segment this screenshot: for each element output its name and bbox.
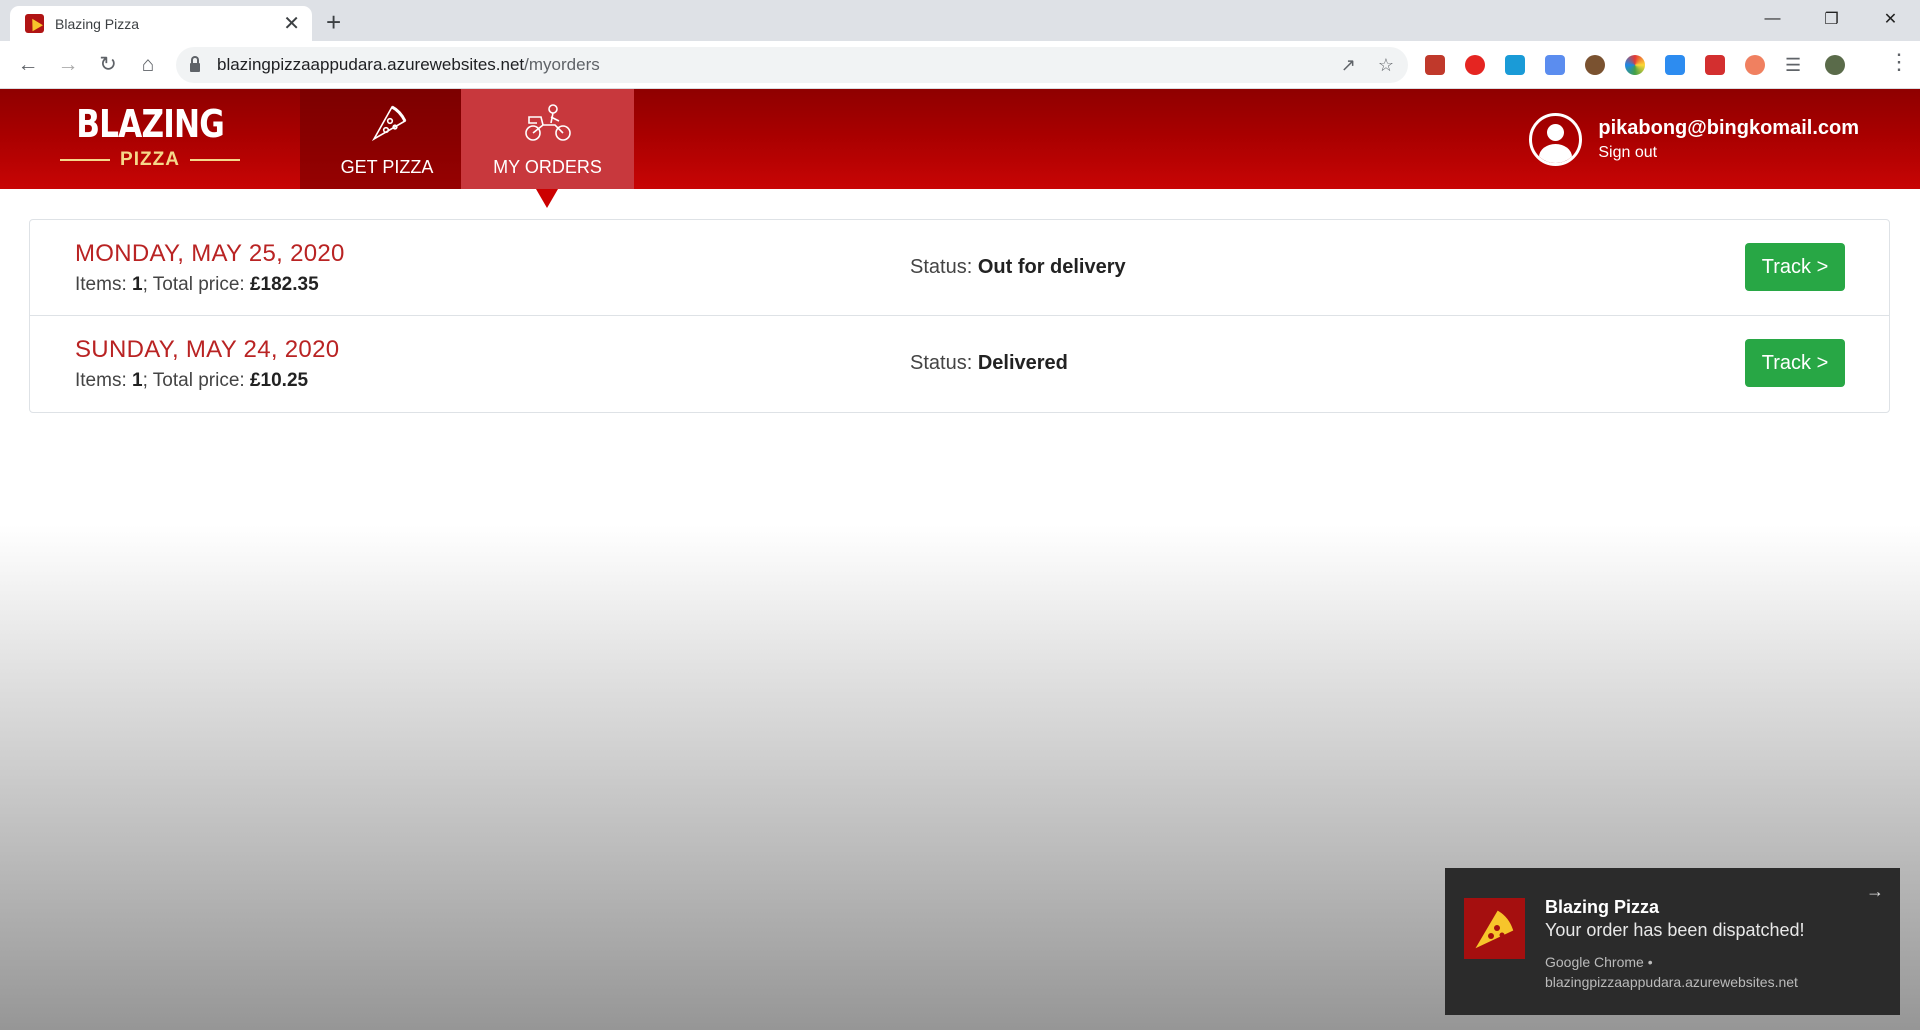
user-avatar-icon: [1529, 113, 1583, 166]
address-bar[interactable]: blazingpizzaappudara.azurewebsites.net/m…: [176, 47, 1408, 83]
order-date: SUNDAY, MAY 24, 2020: [75, 336, 340, 363]
more-menu-icon[interactable]: ⋮: [1888, 51, 1910, 73]
new-tab-button[interactable]: +: [326, 9, 341, 35]
lock-icon[interactable]: [190, 56, 200, 72]
close-window-icon[interactable]: ✕: [1861, 0, 1920, 38]
media-control-icon[interactable]: ☰: [1785, 55, 1805, 75]
close-tab-icon[interactable]: ✕: [283, 14, 300, 34]
order-status: Status: Out for delivery: [910, 256, 1126, 278]
logo-main-text: BLAZING: [76, 102, 225, 146]
book-extension-icon[interactable]: [1425, 55, 1445, 75]
user-email: pikabong@bingkomail.com: [1598, 117, 1859, 139]
order-status-value: Delivered: [977, 352, 1068, 374]
order-total-price: £182.35: [249, 274, 319, 295]
orders-list: MONDAY, MAY 25, 2020 Items: 1; Total pri…: [29, 219, 1890, 413]
expand-arrow-icon[interactable]: →: [1866, 881, 1884, 902]
notification-extension-icon[interactable]: [1705, 55, 1725, 75]
opera-extension-icon[interactable]: [1465, 55, 1485, 75]
notification-title: Blazing Pizza: [1545, 897, 1660, 917]
bookmark-star-icon[interactable]: ☆: [1378, 55, 1394, 76]
cookie-extension-icon[interactable]: [1585, 55, 1605, 75]
url-host: blazingpizzaappudara.azurewebsites.net: [217, 55, 525, 74]
delivery-scooter-icon: [461, 103, 634, 143]
browser-toolbar: ← → ↻ ⌂ blazingpizzaappudara.azurewebsit…: [0, 41, 1920, 89]
order-total-price: £10.25: [249, 370, 309, 391]
blazing-pizza-logo[interactable]: BLAZING PIZZA: [60, 101, 240, 171]
order-item-count: 1: [132, 370, 143, 391]
restore-icon[interactable]: ❐: [1802, 0, 1861, 38]
order-date: MONDAY, MAY 25, 2020: [75, 240, 345, 267]
nav-get-pizza-label: GET PIZZA: [340, 157, 434, 177]
desktop-notification[interactable]: → Blazing Pizza Your order has been disp…: [1445, 868, 1900, 1015]
user-info: pikabong@bingkomail.com Sign out: [1529, 113, 1859, 166]
order-item-count: 1: [132, 274, 143, 295]
tab-title: Blazing Pizza: [55, 15, 140, 32]
order-row: SUNDAY, MAY 24, 2020 Items: 1; Total pri…: [30, 316, 1889, 412]
network-extension-icon[interactable]: [1745, 55, 1765, 75]
nav-my-orders[interactable]: MY ORDERS: [461, 89, 634, 189]
sign-out-link[interactable]: Sign out: [1598, 144, 1859, 162]
track-order-button[interactable]: Track >: [1745, 339, 1845, 387]
window-controls: — ❐ ✕: [1743, 0, 1920, 38]
pizza-favicon-icon: [25, 14, 44, 33]
profile-avatar[interactable]: [1825, 55, 1845, 75]
home-icon[interactable]: ⌂: [128, 45, 168, 85]
url-path: /myorders: [524, 55, 600, 74]
app-header: BLAZING PIZZA GET PIZZA MY ORDERS pikabo…: [0, 89, 1920, 189]
order-summary: Items: 1; Total price: £10.25: [75, 370, 309, 391]
reload-icon[interactable]: ↻: [88, 45, 128, 85]
minimize-icon[interactable]: —: [1743, 0, 1802, 38]
color-picker-extension-icon[interactable]: [1625, 55, 1645, 75]
back-arrow-icon[interactable]: ←: [8, 45, 48, 85]
extensions-bar: ☰: [1425, 55, 1845, 75]
checkmark-extension-icon[interactable]: [1505, 55, 1525, 75]
logo-sub-text: PIZZA: [120, 149, 180, 170]
nav-get-pizza[interactable]: GET PIZZA: [300, 89, 474, 189]
pizza-slice-icon: [1464, 898, 1525, 959]
order-summary: Items: 1; Total price: £182.35: [75, 274, 319, 295]
order-status: Status: Delivered: [910, 352, 1068, 374]
pizza-slice-icon: [300, 103, 474, 143]
browser-tab[interactable]: Blazing Pizza ✕: [10, 6, 312, 41]
browser-tab-strip: Blazing Pizza ✕ + — ❐ ✕: [0, 0, 1920, 41]
notification-source: Google Chrome • blazingpizzaappudara.azu…: [1545, 954, 1798, 990]
forward-arrow-icon[interactable]: →: [48, 45, 88, 85]
camera-extension-icon[interactable]: [1545, 55, 1565, 75]
active-nav-pointer: [536, 189, 558, 208]
download-extension-icon[interactable]: [1665, 55, 1685, 75]
order-status-value: Out for delivery: [977, 256, 1126, 278]
open-in-app-icon[interactable]: ↗: [1341, 55, 1356, 76]
track-order-button[interactable]: Track >: [1745, 243, 1845, 291]
notification-message: Your order has been dispatched!: [1545, 920, 1805, 940]
order-row: MONDAY, MAY 25, 2020 Items: 1; Total pri…: [30, 220, 1889, 316]
nav-my-orders-label: MY ORDERS: [493, 157, 602, 177]
